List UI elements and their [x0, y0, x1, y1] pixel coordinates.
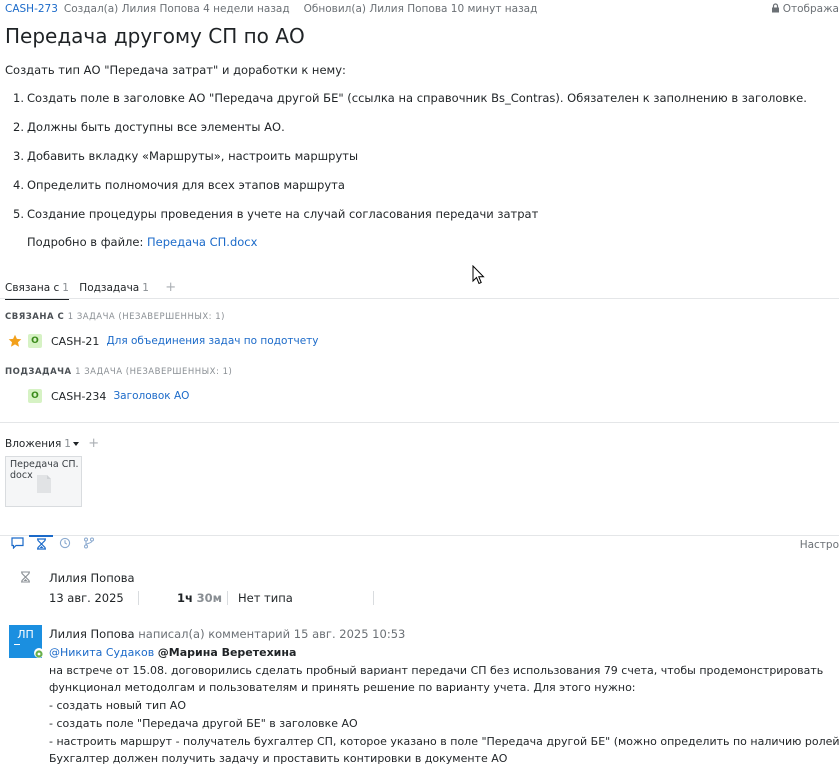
avatar-initials: ЛП [17, 628, 34, 641]
step-number: 1. [13, 91, 24, 105]
gear-icon [35, 650, 43, 658]
link-row[interactable]: О CASH-234 Заголовок АО [8, 389, 189, 403]
link-row[interactable]: О CASH-21 Для объединения задач по подот… [8, 334, 319, 348]
mention-link[interactable]: @Никита Судаков [49, 646, 154, 659]
visibility-toggle[interactable]: Отобража [771, 3, 839, 15]
comment-body: @Никита Судаков @Марина Веретехина на вс… [49, 644, 839, 768]
step-text: Добавить вкладку «Маршруты», настроить м… [27, 149, 359, 163]
work-item-author: Лилия Попова [49, 571, 135, 585]
comment-line: функционал методолгам и пользователям и … [49, 681, 636, 695]
group-title-subtask: ПОДЗАДАЧА 1 ЗАДАЧА (НЕЗАВЕРШЕННЫХ: 1) [5, 367, 232, 377]
issue-title[interactable]: Передача другому СП по АО [5, 24, 305, 48]
step-item: 1. Создать поле в заголовке АО "Передача … [13, 91, 807, 120]
add-attachment-button[interactable]: + [88, 436, 99, 451]
duration-hours: 1ч [177, 591, 193, 605]
link-tabs: Связана с1 Подзадача 1 + [5, 280, 176, 300]
mouse-cursor-icon [472, 265, 485, 285]
comments-filter-button[interactable] [5, 535, 29, 551]
attachment-card[interactable]: Передача СП. docx [5, 456, 82, 507]
step-number: 3. [13, 149, 24, 163]
add-link-button[interactable]: + [165, 280, 176, 295]
activity-filter-bar [5, 535, 101, 553]
file-link[interactable]: Передача СП.docx [147, 235, 257, 249]
created-info: Создал(а) Лилия Попова 4 недели назад [63, 3, 290, 15]
attachments-header[interactable]: Вложения 1 + [5, 436, 99, 451]
state-badge: О [28, 389, 42, 403]
file-reference: Подробно в файле: Передача СП.docx [27, 235, 257, 249]
tab-subtask[interactable]: Подзадача 1 [79, 282, 149, 294]
comment-icon [10, 537, 24, 549]
description-steps: 1. Создать поле в заголовке АО "Передача … [13, 91, 807, 236]
attachments-count: 1 [64, 438, 71, 450]
comment-line: - создать поле "Передача другой БЕ" в за… [49, 716, 358, 730]
group-label: ПОДЗАДАЧА [5, 367, 72, 377]
vcs-filter-button[interactable] [77, 535, 101, 551]
file-icon [37, 475, 51, 493]
branch-icon [84, 537, 94, 549]
visibility-label: Отобража [782, 3, 839, 15]
issue-meta: CASH-273 Создал(а) Лилия Попова 4 недели … [5, 3, 537, 15]
updated-info: Обновил(а) Лилия Попова 10 минут назад [303, 3, 538, 15]
step-number: 4. [13, 178, 24, 192]
work-item-type[interactable]: Нет типа [238, 591, 293, 605]
step-text: Создать поле в заголовке АО "Передача др… [27, 91, 807, 105]
linked-issue-summary[interactable]: Заголовок АО [113, 390, 189, 402]
divider [0, 535, 839, 536]
comment-time[interactable]: 15 авг. 2025 10:53 [294, 627, 406, 641]
comment-line: на встрече от 15.08. договорились сделат… [49, 663, 824, 677]
work-item-date[interactable]: 13 авг. 2025 [49, 591, 128, 605]
star-icon[interactable] [8, 334, 22, 348]
activity-settings-button[interactable]: Настро [800, 539, 839, 551]
step-item: 3. Добавить вкладку «Маршруты», настроить… [13, 149, 807, 178]
step-text: Создание процедуры проведения в учете на… [27, 207, 539, 221]
hourglass-icon [21, 571, 30, 583]
group-label: СВЯЗАНА С [5, 312, 65, 322]
work-item-duration[interactable]: 1ч 30м [177, 591, 222, 605]
step-number: 5. [13, 207, 24, 221]
linked-issue-summary[interactable]: Для объединения задач по подотчету [106, 335, 318, 347]
group-sub: 1 ЗАДАЧА (НЕЗАВЕРШЕННЫХ: 1) [67, 312, 225, 322]
divider [0, 298, 839, 299]
tab-count: 1 [62, 282, 69, 294]
comment-line: - настроить маршрут - получатель бухгалт… [49, 734, 839, 748]
group-sub: 1 ЗАДАЧА (НЕЗАВЕРШЕННЫХ: 1) [75, 367, 233, 377]
step-item: 2. Должны быть доступны все элементы АО. [13, 120, 807, 149]
divider [0, 422, 839, 423]
step-number: 2. [13, 120, 24, 134]
comment-line: Бухгалтер должен получить задачу и прост… [49, 752, 508, 766]
comment-verb: написал(а) комментарий [138, 627, 291, 641]
history-icon [59, 537, 71, 549]
step-text: Должны быть доступны все элементы АО. [27, 120, 285, 134]
linked-issue-id[interactable]: CASH-234 [51, 390, 106, 403]
step-item: 5. Создание процедуры проведения в учете … [13, 207, 807, 236]
tab-label: Связана с [5, 282, 60, 294]
comment-mentions: @Никита Судаков @Марина Веретехина [49, 644, 839, 662]
group-title-related: СВЯЗАНА С 1 ЗАДАЧА (НЕЗАВЕРШЕННЫХ: 1) [5, 312, 225, 322]
step-item: 4. Определить полномочия для всех этапов … [13, 178, 807, 207]
tab-label: Подзадача [79, 282, 140, 294]
caret-down-icon[interactable] [72, 442, 79, 446]
linked-issue-id[interactable]: CASH-21 [51, 335, 99, 348]
comment-author[interactable]: Лилия Попова [49, 627, 135, 641]
work-items-filter-button[interactable] [29, 535, 53, 551]
avatar-status-badge [34, 648, 44, 658]
attachments-label: Вложения [5, 438, 62, 450]
duration-minutes: 30м [196, 591, 222, 605]
step-text: Определить полномочия для всех этапов ма… [27, 178, 345, 192]
comment-header: Лилия Попова написал(а) комментарий 15 а… [49, 627, 405, 641]
state-badge: О [28, 334, 42, 348]
work-item-row[interactable]: 13 авг. 2025 1ч 30м Нет типа [49, 591, 384, 605]
file-prefix: Подробно в файле: [27, 235, 148, 249]
comment-line: - создать новый тип АО [49, 699, 186, 713]
lock-icon [771, 3, 779, 13]
history-filter-button[interactable] [53, 535, 77, 551]
issue-id-link[interactable]: CASH-273 [5, 3, 58, 15]
mention-link[interactable]: @Марина Веретехина [158, 646, 297, 659]
description-intro: Создать тип АО "Передача затрат" и дораб… [5, 63, 346, 77]
hourglass-icon [36, 538, 46, 550]
tab-count: 1 [142, 282, 149, 294]
